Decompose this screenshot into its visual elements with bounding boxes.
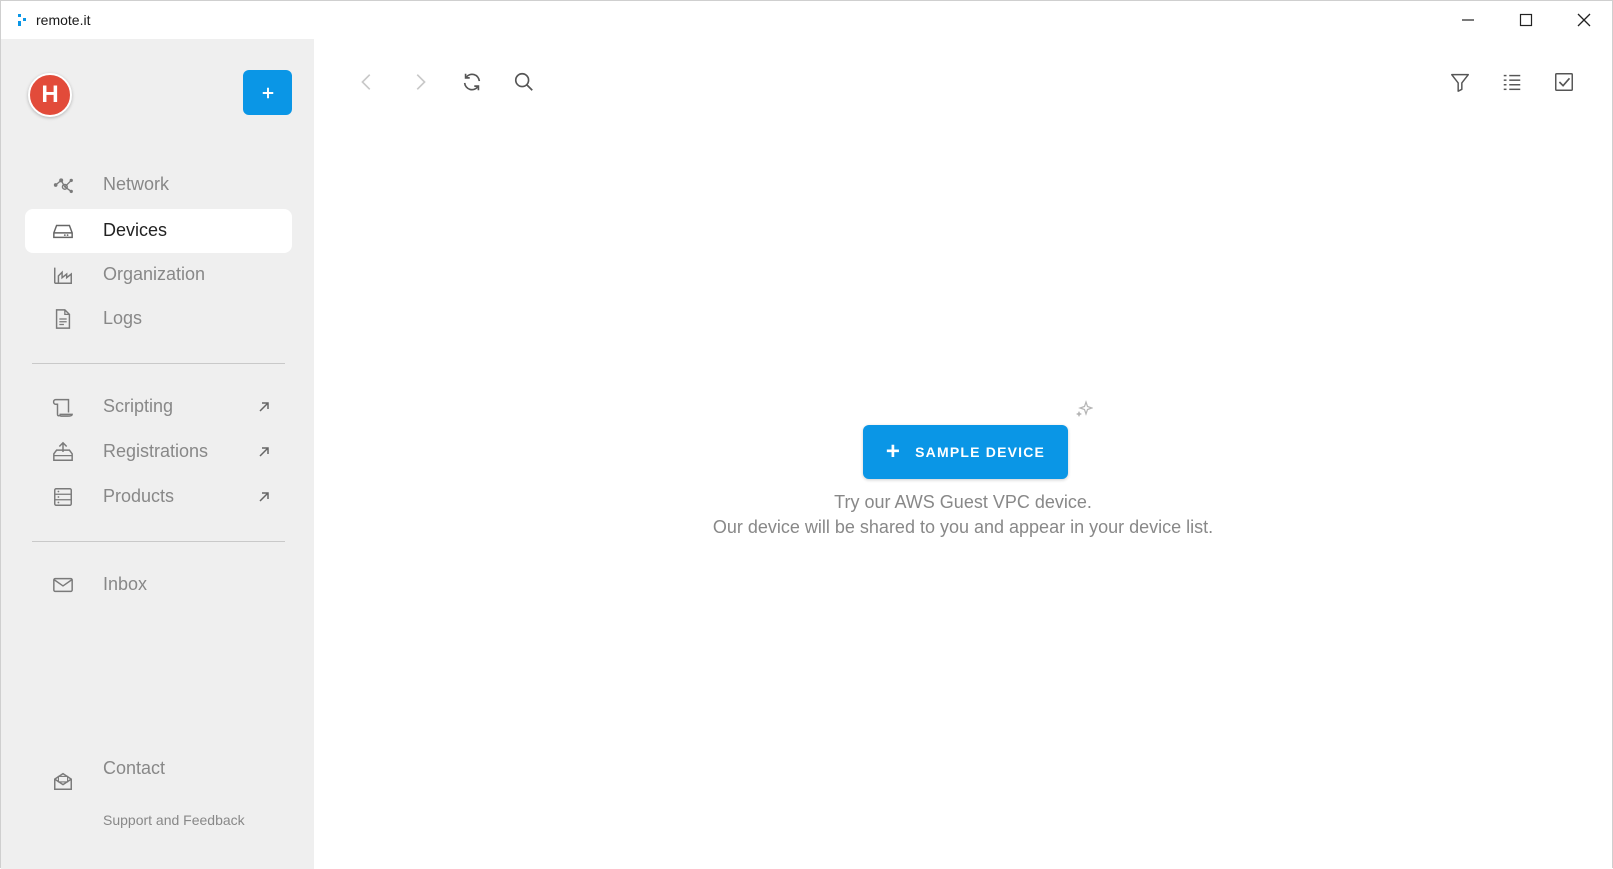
organization-icon	[52, 264, 74, 286]
window-title: remote.it	[36, 12, 91, 28]
sidebar-item-label: Products	[103, 486, 175, 506]
plus-icon	[262, 87, 273, 98]
select-icon[interactable]	[1551, 69, 1577, 95]
sidebar-item-label: Devices	[103, 220, 168, 240]
refresh-icon[interactable]	[459, 69, 485, 95]
search-icon[interactable]	[511, 69, 537, 95]
sidebar-item-organization[interactable]: Organization	[25, 253, 292, 297]
sidebar-item-devices[interactable]: Devices	[25, 209, 292, 253]
products-icon	[52, 486, 74, 508]
filter-icon[interactable]	[1447, 69, 1473, 95]
registrations-icon	[52, 441, 74, 463]
sidebar-item-label: Registrations	[103, 441, 209, 461]
title-bar: remote.it	[1, 1, 1612, 39]
external-link-icon	[257, 400, 271, 414]
app-logo-icon	[15, 12, 29, 28]
back-icon[interactable]	[354, 69, 380, 95]
sidebar-item-inbox[interactable]: Inbox	[25, 563, 292, 607]
minimize-button[interactable]	[1439, 1, 1497, 39]
sidebar-item-label: Organization	[103, 264, 206, 284]
sidebar-divider	[32, 363, 285, 364]
plus-icon: +	[885, 438, 902, 465]
external-link-icon	[257, 490, 271, 504]
sidebar-item-label: Network	[103, 174, 170, 194]
main-content: + SAMPLE DEVICE Try our AWS Guest VPC de…	[314, 39, 1612, 869]
sidebar: H Network Devices Organization Logs Scri…	[1, 39, 314, 869]
inbox-icon	[52, 574, 74, 596]
sample-device-label: SAMPLE DEVICE	[915, 444, 1046, 460]
sidebar-item-registrations[interactable]: Registrations	[25, 430, 292, 474]
contact-icon	[52, 770, 74, 792]
contact-sublabel: Support and Feedback	[103, 812, 245, 828]
sidebar-item-scripting[interactable]: Scripting	[25, 385, 292, 429]
scripting-icon	[52, 396, 74, 418]
maximize-button[interactable]	[1497, 1, 1555, 39]
network-icon	[52, 174, 74, 196]
close-icon	[1577, 13, 1591, 27]
sidebar-item-network[interactable]: Network	[25, 163, 292, 207]
forward-icon[interactable]	[407, 69, 433, 95]
empty-state-line1: Try our AWS Guest VPC device.	[834, 492, 1092, 512]
add-button[interactable]	[243, 70, 292, 115]
close-button[interactable]	[1555, 1, 1613, 39]
sidebar-item-label: Inbox	[103, 574, 148, 594]
sidebar-item-contact[interactable]: Contact	[25, 754, 292, 808]
columns-icon[interactable]	[1499, 69, 1525, 95]
sidebar-divider	[32, 541, 285, 542]
maximize-icon	[1519, 13, 1533, 27]
sparkle-icon	[1075, 400, 1094, 418]
app-window: remote.it H Network Devices Organization…	[0, 0, 1613, 869]
empty-state-line2: Our device will be shared to you and app…	[712, 517, 1214, 537]
sidebar-item-label: Logs	[103, 308, 143, 328]
minimize-icon	[1462, 19, 1474, 21]
external-link-icon	[257, 445, 271, 459]
devices-icon	[52, 220, 74, 242]
contact-label: Contact	[103, 758, 166, 778]
avatar[interactable]: H	[28, 73, 72, 117]
sidebar-item-logs[interactable]: Logs	[25, 297, 292, 341]
sidebar-item-products[interactable]: Products	[25, 475, 292, 519]
sample-device-button[interactable]: + SAMPLE DEVICE	[863, 425, 1068, 479]
sidebar-item-label: Scripting	[103, 396, 174, 416]
logs-icon	[52, 308, 74, 330]
